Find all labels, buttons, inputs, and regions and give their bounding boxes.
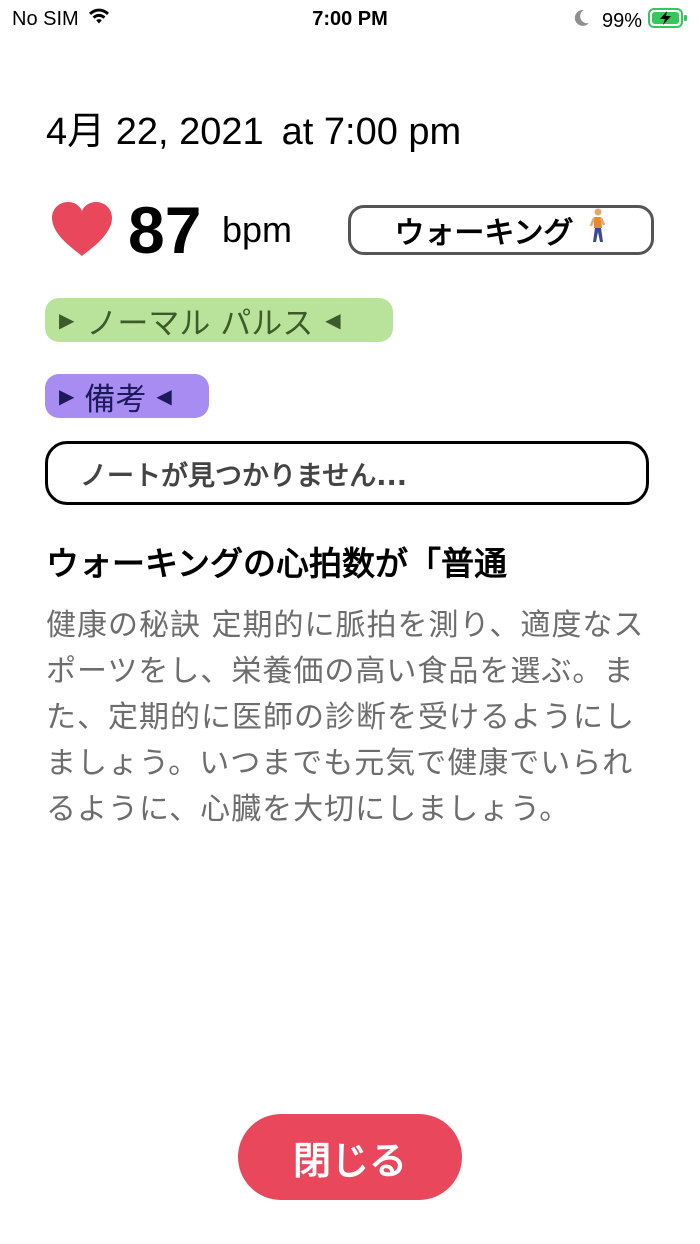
reading-time: at 7:00 pm — [281, 111, 462, 153]
play-right-icon: ▶ — [59, 384, 75, 408]
activity-badge: ウォーキング — [348, 205, 654, 255]
info-heading: ウォーキングの心拍数が「普通 — [46, 544, 508, 583]
play-left-icon: ◀ — [156, 384, 172, 408]
play-left-icon: ◀ — [325, 308, 341, 332]
close-button[interactable]: 閉じる — [238, 1114, 462, 1200]
status-right: 99% — [574, 7, 688, 35]
normal-pulse-label: ノーマル パルス — [86, 305, 314, 342]
info-body: 健康の秘訣 定期的に脈拍を測り、適度なスポーツをし、栄養価の高い食品を選ぶ。また… — [46, 608, 645, 827]
walking-person-icon — [586, 208, 608, 252]
play-right-icon: ▶ — [59, 308, 75, 332]
reading-datetime: 4月 22, 2021 at 7:00 pm — [46, 108, 461, 156]
notes-text: ノートが見つかりません... — [80, 460, 407, 492]
normal-pulse-tag: ▶ ノーマル パルス ◀ — [45, 298, 393, 342]
bpm-unit: bpm — [222, 209, 293, 250]
status-bar: No SIM 7:00 PM 99% — [0, 0, 700, 40]
notes-box[interactable]: ノートが見つかりません... — [45, 441, 649, 505]
heart-icon — [50, 200, 114, 258]
moon-icon — [574, 9, 590, 33]
activity-label: ウォーキング — [394, 216, 574, 251]
notes-toggle[interactable]: ▶ 備考 ◀ — [45, 374, 209, 418]
notes-toggle-label: 備考 — [84, 381, 147, 418]
battery-percent: 99% — [601, 10, 642, 32]
battery-charging-icon — [648, 7, 688, 35]
reading-date: 4月 22, 2021 — [46, 111, 264, 153]
bpm-value: 87 — [128, 193, 202, 267]
